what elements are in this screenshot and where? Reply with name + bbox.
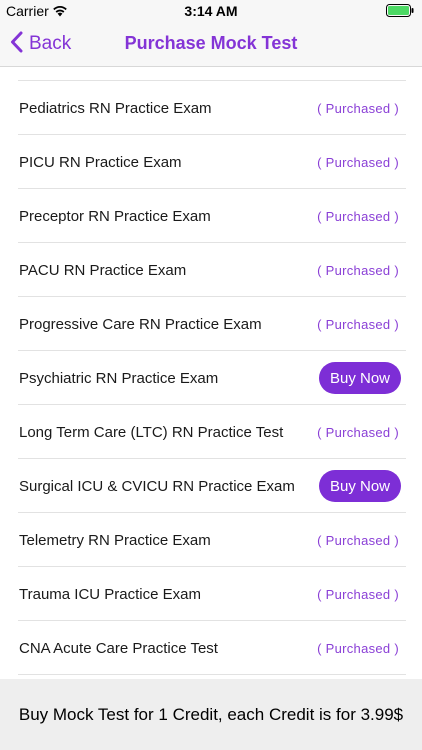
list-item[interactable]: PACU RN Practice Exam ( Purchased ) xyxy=(0,243,422,297)
purchased-status: ( Purchased ) xyxy=(317,424,399,440)
purchased-status: ( Purchased ) xyxy=(317,154,399,170)
item-title: PACU RN Practice Exam xyxy=(19,261,187,279)
credit-info-footer: Buy Mock Test for 1 Credit, each Credit … xyxy=(0,679,422,750)
status-bar: Carrier 3:14 AM xyxy=(0,0,422,22)
item-title: Long Term Care (LTC) RN Practice Test xyxy=(19,423,284,441)
list-item[interactable]: Trauma ICU Practice Exam ( Purchased ) xyxy=(0,567,422,621)
navigation-bar: Back Purchase Mock Test xyxy=(0,22,422,67)
list-item[interactable]: Preceptor RN Practice Exam ( Purchased ) xyxy=(0,189,422,243)
item-title: Preceptor RN Practice Exam xyxy=(19,207,211,225)
mock-test-list[interactable]: Pediatrics RN Practice Exam ( Purchased … xyxy=(0,67,422,679)
status-time: 3:14 AM xyxy=(184,3,238,19)
list-item[interactable]: PICU RN Practice Exam ( Purchased ) xyxy=(0,135,422,189)
buy-now-button[interactable]: Buy Now xyxy=(319,362,401,394)
item-title: Trauma ICU Practice Exam xyxy=(19,585,201,603)
page-title: Purchase Mock Test xyxy=(124,33,298,53)
purchased-status: ( Purchased ) xyxy=(317,532,399,548)
item-title: Pediatrics RN Practice Exam xyxy=(19,99,212,117)
item-title: PICU RN Practice Exam xyxy=(19,153,182,171)
purchased-status: ( Purchased ) xyxy=(317,262,399,278)
list-item[interactable]: Long Term Care (LTC) RN Practice Test ( … xyxy=(0,405,422,459)
list-item[interactable]: Progressive Care RN Practice Exam ( Purc… xyxy=(0,297,422,351)
item-title: Telemetry RN Practice Exam xyxy=(19,531,211,549)
credit-info-text: Buy Mock Test for 1 Credit, each Credit … xyxy=(18,704,404,724)
item-title: Progressive Care RN Practice Exam xyxy=(19,315,262,333)
list-item[interactable]: CNA Acute Care Practice Test ( Purchased… xyxy=(0,621,422,675)
purchased-status: ( Purchased ) xyxy=(317,586,399,602)
purchased-status: ( Purchased ) xyxy=(317,316,399,332)
list-item[interactable]: Telemetry RN Practice Exam ( Purchased ) xyxy=(0,513,422,567)
item-title: Psychiatric RN Practice Exam xyxy=(19,369,219,387)
battery-icon xyxy=(386,4,414,22)
list-item[interactable]: Surgical ICU & CVICU RN Practice Exam Bu… xyxy=(0,459,422,513)
list-item[interactable]: Pediatrics RN Practice Exam ( Purchased … xyxy=(0,81,422,135)
item-title: Surgical ICU & CVICU RN Practice Exam xyxy=(19,477,295,495)
list-item[interactable]: Psychiatric RN Practice Exam Buy Now xyxy=(0,351,422,405)
purchased-status: ( Purchased ) xyxy=(317,208,399,224)
buy-now-button[interactable]: Buy Now xyxy=(319,470,401,502)
purchased-status: ( Purchased ) xyxy=(317,640,399,656)
item-title: CNA Acute Care Practice Test xyxy=(19,639,218,657)
purchased-status: ( Purchased ) xyxy=(317,100,399,116)
